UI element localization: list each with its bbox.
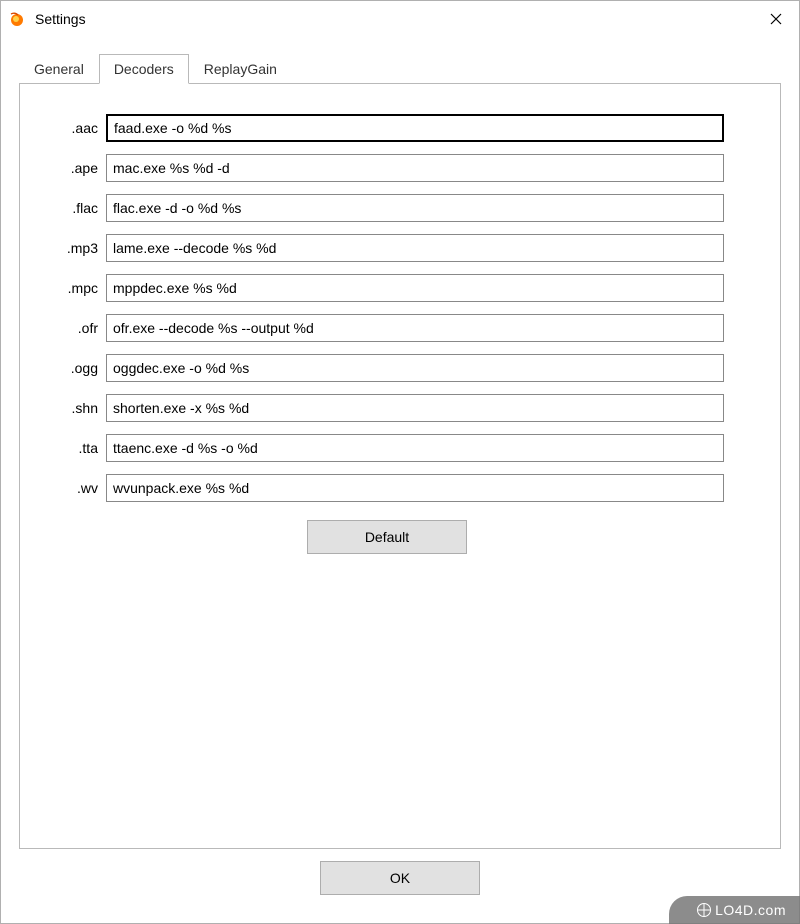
decoder-label: .aac <box>50 120 106 136</box>
default-button[interactable]: Default <box>307 520 467 554</box>
decoder-row-wv: .wv <box>50 474 724 502</box>
decoder-label: .flac <box>50 200 106 216</box>
window-title: Settings <box>35 11 753 27</box>
globe-icon <box>697 903 711 917</box>
watermark: LO4D.com <box>669 896 800 924</box>
decoder-label: .ape <box>50 160 106 176</box>
decoder-row-tta: .tta <box>50 434 724 462</box>
decoder-rows: .aac .ape .flac .mp3 .mpc <box>50 114 724 502</box>
decoder-row-ogg: .ogg <box>50 354 724 382</box>
decoder-label: .tta <box>50 440 106 456</box>
titlebar: Settings <box>1 1 799 37</box>
decoder-input-ape[interactable] <box>106 154 724 182</box>
decoder-row-mp3: .mp3 <box>50 234 724 262</box>
decoder-input-ofr[interactable] <box>106 314 724 342</box>
app-icon <box>9 10 27 28</box>
decoder-input-tta[interactable] <box>106 434 724 462</box>
decoder-input-shn[interactable] <box>106 394 724 422</box>
client-area: General Decoders ReplayGain .aac .ape .f… <box>1 37 799 923</box>
decoder-label: .shn <box>50 400 106 416</box>
decoder-input-aac[interactable] <box>106 114 724 142</box>
decoder-input-mpc[interactable] <box>106 274 724 302</box>
tab-general[interactable]: General <box>19 54 99 83</box>
decoder-input-flac[interactable] <box>106 194 724 222</box>
dialog-footer: OK <box>19 849 781 913</box>
decoder-row-ofr: .ofr <box>50 314 724 342</box>
decoder-row-ape: .ape <box>50 154 724 182</box>
decoder-label: .mpc <box>50 280 106 296</box>
tab-strip: General Decoders ReplayGain <box>19 53 781 83</box>
close-button[interactable] <box>753 1 799 37</box>
decoder-row-mpc: .mpc <box>50 274 724 302</box>
settings-window: Settings General Decoders ReplayGain .aa… <box>0 0 800 924</box>
decoder-row-flac: .flac <box>50 194 724 222</box>
decoder-label: .wv <box>50 480 106 496</box>
tab-decoders[interactable]: Decoders <box>99 54 189 84</box>
decoder-label: .ofr <box>50 320 106 336</box>
ok-button[interactable]: OK <box>320 861 480 895</box>
tab-panel-decoders: .aac .ape .flac .mp3 .mpc <box>19 83 781 849</box>
decoder-label: .ogg <box>50 360 106 376</box>
default-button-row: Default <box>50 520 724 554</box>
decoder-input-wv[interactable] <box>106 474 724 502</box>
watermark-text: LO4D.com <box>715 902 786 918</box>
decoder-input-ogg[interactable] <box>106 354 724 382</box>
decoder-row-shn: .shn <box>50 394 724 422</box>
decoder-row-aac: .aac <box>50 114 724 142</box>
tab-replaygain[interactable]: ReplayGain <box>189 54 292 83</box>
decoder-label: .mp3 <box>50 240 106 256</box>
decoder-input-mp3[interactable] <box>106 234 724 262</box>
